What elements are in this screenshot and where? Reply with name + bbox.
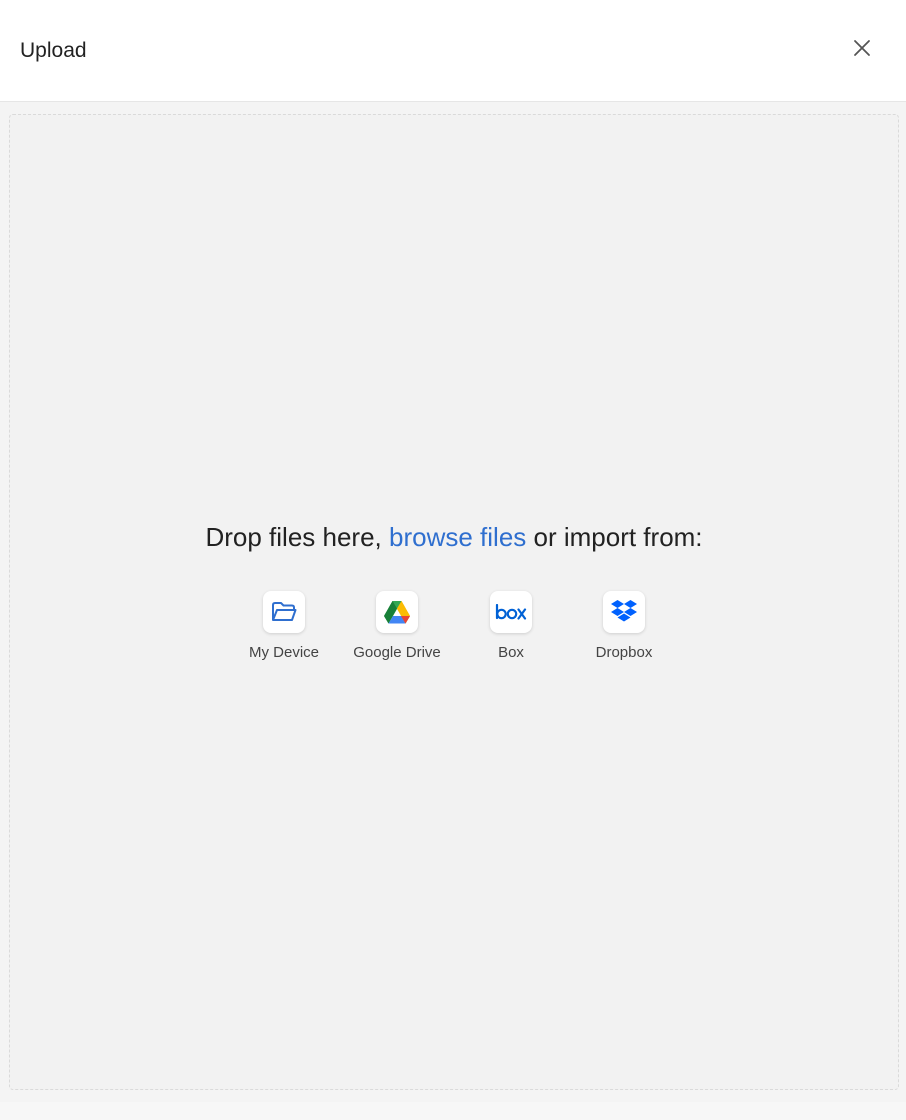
close-icon xyxy=(853,39,871,62)
folder-icon xyxy=(263,591,305,633)
source-google-drive[interactable]: Google Drive xyxy=(342,591,452,663)
source-my-device[interactable]: My Device xyxy=(229,591,339,663)
modal-title: Upload xyxy=(20,39,87,62)
source-label: Dropbox xyxy=(595,644,653,661)
source-label: Google Drive xyxy=(353,644,441,661)
modal-footer xyxy=(0,1102,906,1120)
browse-files-link[interactable]: browse files xyxy=(389,522,526,552)
google-drive-icon xyxy=(376,591,418,633)
drop-text-prefix: Drop files here, xyxy=(205,522,389,552)
source-label: Box xyxy=(498,644,524,661)
box-icon xyxy=(490,591,532,633)
source-box[interactable]: Box xyxy=(456,591,566,663)
drop-text-suffix: or import from: xyxy=(526,522,703,552)
drop-zone[interactable]: Drop files here, browse files or import … xyxy=(9,114,899,1090)
upload-modal: Upload Drop files here, browse files or … xyxy=(0,0,906,1120)
dropbox-icon xyxy=(603,591,645,633)
drop-instructions: Drop files here, browse files or import … xyxy=(10,521,898,553)
source-label: My Device xyxy=(248,644,319,661)
import-sources: My Device Google Drive Box Dropbox xyxy=(10,591,898,671)
close-button[interactable] xyxy=(846,34,878,66)
modal-header: Upload xyxy=(0,0,906,102)
source-dropbox[interactable]: Dropbox xyxy=(569,591,679,663)
